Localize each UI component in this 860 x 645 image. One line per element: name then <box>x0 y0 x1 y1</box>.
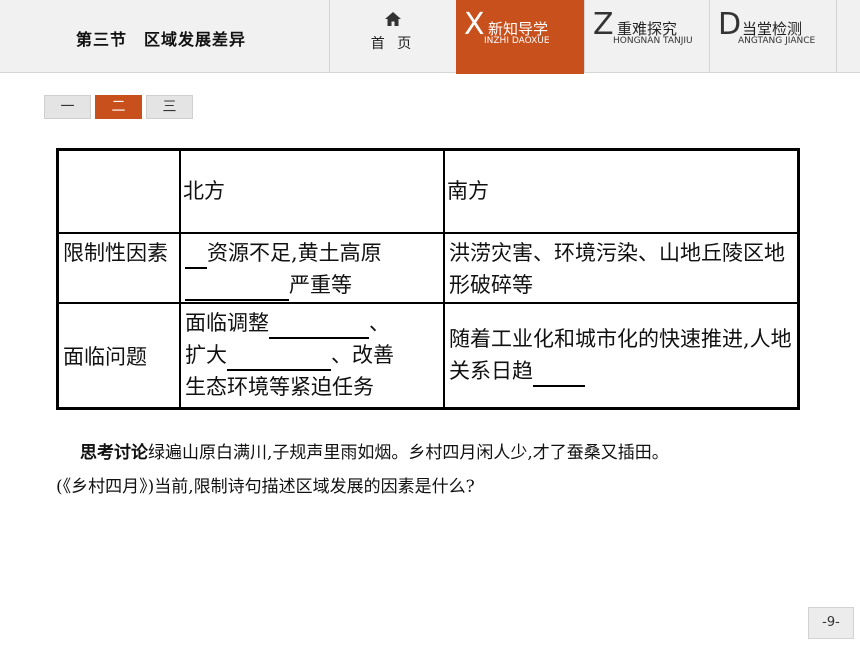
table-rule <box>59 302 797 304</box>
row-label-limiting-factors: 限制性因素 <box>63 241 168 265</box>
table-rule <box>59 232 797 234</box>
nav-divider <box>836 0 837 72</box>
cell-text: 面临调整 <box>185 311 269 335</box>
tab-pinyin: INZHI DAOXUE <box>484 36 550 46</box>
tab-dangtang-jiance[interactable]: D 当堂检测 ANGTANG JIANCE <box>710 0 836 72</box>
blank-line <box>185 243 207 269</box>
subtab-3[interactable]: 三 <box>146 95 193 119</box>
subtab-2[interactable]: 二 <box>95 95 142 119</box>
tab-letter: X <box>464 7 485 42</box>
cell-text: 、 <box>369 311 390 335</box>
cell-text: 、改善 <box>331 343 394 367</box>
cell-text: 扩大 <box>185 343 227 367</box>
tab-pinyin: HONGNAN TANJIU <box>613 36 693 46</box>
row2-north-cell: 面临调整 、 扩大 、改善 生态环境等紧迫任务 <box>185 307 441 403</box>
cell-text: 随着工业化和城市化的快速推进,人地关系日趋 <box>449 327 792 383</box>
row1-south-cell: 洪涝灾害、环境污染、山地丘陵区地形破碎等 <box>449 241 785 297</box>
discussion-line-2: (《乡村四月》)当前,限制诗句描述区域发展的因素是什么? <box>56 477 475 497</box>
header-south: 南方 <box>447 179 489 203</box>
tab-pinyin: ANGTANG JIANCE <box>738 36 816 46</box>
table-rule <box>179 151 181 407</box>
blank-line <box>185 275 289 301</box>
home-label: 首 页 <box>370 36 416 52</box>
discussion-lead: 思考讨论 <box>80 443 148 463</box>
row1-north-cell: 资源不足,黄土高原 严重等 <box>185 237 441 301</box>
table-rule <box>443 151 445 407</box>
cell-text: 资源不足,黄土高原 <box>207 241 382 265</box>
cell-text: 严重等 <box>289 273 352 297</box>
poem-text: 绿遍山原白满川,子规声里雨如烟。乡村四月闲人少,才了蚕桑又插田。 <box>148 443 669 463</box>
header-north: 北方 <box>183 179 225 203</box>
discussion-line-1: 思考讨论绿遍山原白满川,子规声里雨如烟。乡村四月闲人少,才了蚕桑又插田。 <box>56 436 826 470</box>
row-label-problems: 面临问题 <box>63 345 147 369</box>
blank-line <box>533 361 585 387</box>
blank-line <box>269 313 369 339</box>
tab-zhongnan-tanjiu[interactable]: Z 重难探究 HONGNAN TANJIU <box>585 0 709 72</box>
page-number: -9- <box>808 607 854 639</box>
discussion-question: 思考讨论绿遍山原白满川,子规声里雨如烟。乡村四月闲人少,才了蚕桑又插田。 (《乡… <box>56 436 826 504</box>
comparison-table: 北方 南方 限制性因素 资源不足,黄土高原 严重等 洪涝灾害、环境污染、山地丘陵… <box>56 148 800 410</box>
home-button[interactable]: 首 页 <box>330 0 456 72</box>
top-navigation-bar: 第三节 区域发展差异 首 页 X 新知导学 INZHI DAOXUE Z 重难探… <box>0 0 860 74</box>
tab-letter: Z <box>593 7 614 42</box>
blank-line <box>227 345 331 371</box>
tab-xinzhi-daoxue[interactable]: X 新知导学 INZHI DAOXUE <box>456 0 584 74</box>
row2-south-cell: 随着工业化和城市化的快速推进,人地关系日趋 <box>449 323 794 387</box>
section-title: 第三节 区域发展差异 <box>76 30 247 49</box>
subtab-1[interactable]: 一 <box>44 95 91 119</box>
cell-text: 生态环境等紧迫任务 <box>185 375 374 399</box>
home-icon <box>385 12 401 26</box>
